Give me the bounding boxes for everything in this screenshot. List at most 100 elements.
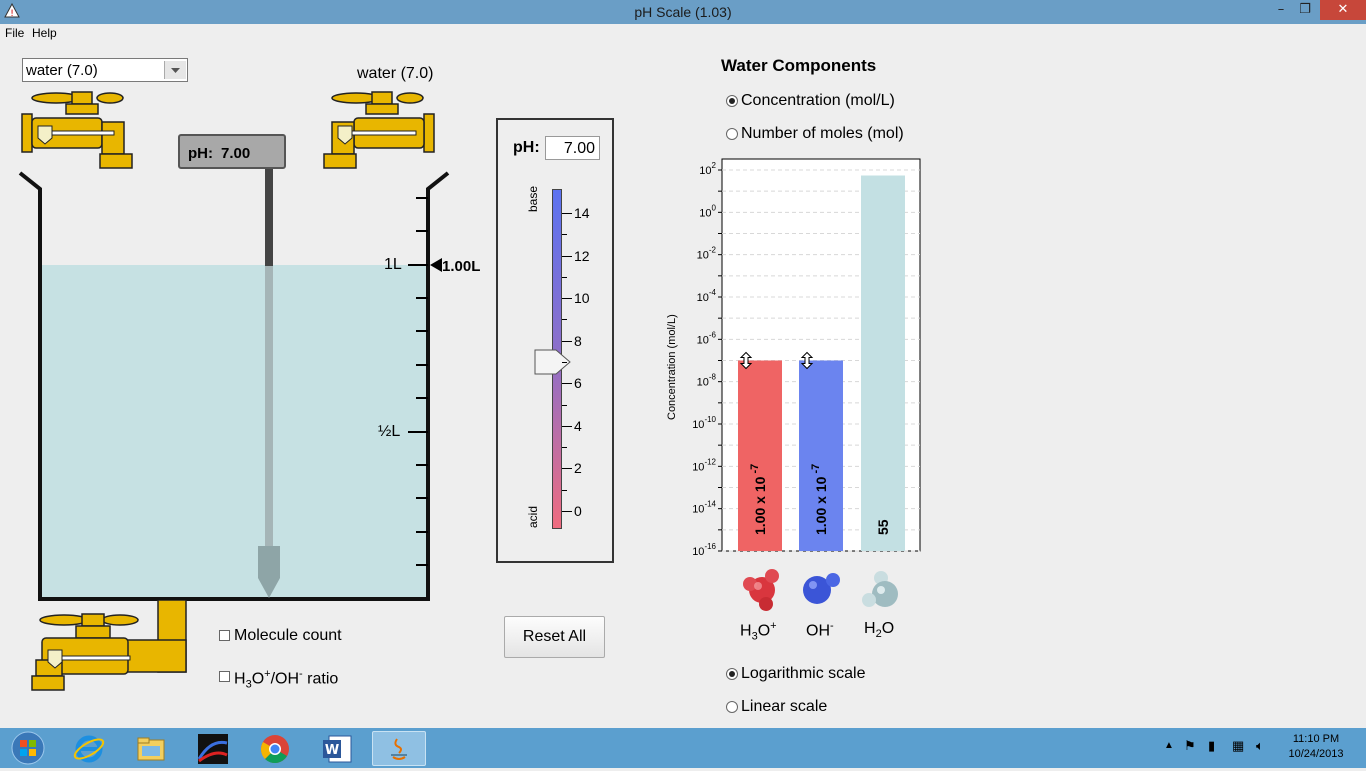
chart-y-tick-exp: -6 — [709, 330, 717, 339]
ph-minor-tick — [562, 276, 567, 278]
chart-y-tick-base: 10 — [692, 546, 704, 558]
moles-radio[interactable] — [726, 128, 738, 140]
ph-slider-panel: pH: 7.00 base acid 14 12 10 8 6 4 2 0 — [496, 118, 614, 563]
drain-faucet[interactable] — [30, 599, 190, 694]
chart-y-tick-label: 100 — [699, 203, 716, 219]
beaker-tick — [416, 364, 428, 366]
matlab-icon[interactable] — [186, 731, 240, 766]
ph-minor-tick — [562, 362, 567, 363]
chart-bar-value-main: 1.00 x 10 — [752, 476, 768, 535]
moles-radio-label: Number of moles (mol) — [741, 125, 904, 142]
reset-all-button[interactable]: Reset All — [504, 616, 605, 658]
h2o-molecule-icon — [861, 568, 901, 610]
beaker-tick — [416, 564, 428, 566]
chart-y-tick-base: 10 — [699, 165, 711, 177]
volume-icon[interactable]: 🔈︎ — [1256, 738, 1264, 754]
ph-tick — [562, 425, 572, 427]
file-explorer-icon[interactable] — [124, 731, 178, 766]
ratio-label-tail: ratio — [302, 670, 339, 688]
beaker-tick — [416, 230, 428, 232]
svg-text:W: W — [325, 743, 339, 758]
ph-slider-label: pH: — [513, 139, 540, 156]
taskbar: W ▲ ⚑ ▮ ▦ 🔈︎ 11:10 PM 10/24/2013 — [0, 728, 1366, 768]
beaker-tick — [416, 464, 428, 466]
ph-tick — [562, 468, 572, 470]
chart-y-tick-label: 10-12 — [692, 457, 716, 473]
h3o-label: H3O+ — [740, 620, 777, 643]
ph-tick-label: 6 — [574, 375, 582, 392]
chart-bar-value-exp: -7 — [749, 464, 761, 477]
h3o-label-h: H — [740, 622, 752, 640]
chart-y-tick-exp: -10 — [704, 415, 716, 424]
close-button[interactable]: ✕ — [1320, 0, 1366, 20]
linear-scale-radio[interactable] — [726, 701, 738, 713]
chart-y-tick-base: 10 — [697, 292, 709, 304]
chart-y-tick-exp: -16 — [704, 542, 716, 551]
concentration-radio-label: Concentration (mol/L) — [741, 92, 895, 109]
chart-y-tick-base: 10 — [699, 207, 711, 219]
ph-tick-label: 14 — [574, 205, 590, 221]
ph-tick — [562, 298, 572, 300]
concentration-chart: 102 100 10-2 10-4 10-6 10-8 10-10 10-12 10-14 10-… — [660, 155, 930, 565]
clock[interactable]: 11:10 PM 10/24/2013 — [1286, 733, 1346, 760]
ratio-checkbox[interactable] — [219, 671, 230, 682]
internet-explorer-icon[interactable] — [62, 731, 116, 766]
minimize-button[interactable]: – — [1270, 0, 1292, 20]
log-scale-radio[interactable] — [726, 668, 738, 680]
reset-all-label: Reset All — [522, 628, 587, 645]
svg-text:!: ! — [10, 9, 14, 19]
chart-bar-value-main: 1.00 x 10 — [813, 476, 829, 535]
ph-tick — [562, 255, 572, 257]
ph-minor-tick — [562, 489, 567, 491]
chart-y-tick-base: 10 — [692, 504, 704, 516]
power-icon[interactable]: ▮ — [1208, 738, 1215, 754]
h2o-label-o: O — [881, 620, 895, 637]
window-title: pH Scale (1.03) — [634, 4, 732, 20]
solute-select-value: water (7.0) — [26, 62, 98, 79]
ph-tick — [562, 340, 572, 342]
ph-base-label: base — [526, 185, 540, 212]
network-icon[interactable]: ▦ — [1232, 738, 1244, 754]
action-center-flag-icon[interactable]: ⚑ — [1184, 738, 1196, 754]
chart-svg: 10210010-210-410-610-810-1010-1210-1410-… — [692, 158, 921, 558]
solute-select[interactable]: water (7.0) — [22, 58, 188, 82]
chevron-down-icon[interactable] — [164, 61, 186, 79]
beaker-tick — [408, 431, 428, 433]
chart-y-tick-label: 10-6 — [697, 330, 717, 346]
ph-tick-label: 2 — [574, 460, 582, 477]
menu-file[interactable]: File — [5, 25, 24, 41]
start-button[interactable] — [8, 730, 48, 766]
oh-label-sup: - — [830, 620, 834, 632]
beaker-tick — [416, 297, 428, 299]
volume-arrow-icon[interactable] — [430, 258, 442, 272]
ratio-label-oh: /OH — [270, 670, 300, 688]
molecule-count-checkbox[interactable] — [219, 630, 230, 641]
menu-bar: File Help — [0, 24, 1366, 42]
chart-y-tick-exp: -4 — [709, 288, 717, 297]
beaker-label-half: ½L — [378, 423, 401, 440]
ratio-label: H3O+/OH- ratio — [234, 668, 338, 691]
ph-meter-display: pH: 7.00 — [178, 134, 286, 169]
ph-tick-label: 8 — [574, 332, 582, 349]
chart-bar-2 — [861, 175, 905, 551]
water-faucet[interactable] — [320, 88, 436, 170]
chart-y-tick-base: 10 — [692, 461, 704, 473]
show-hidden-icons[interactable]: ▲ — [1164, 740, 1174, 751]
chart-y-tick-exp: -12 — [704, 457, 716, 466]
menu-help[interactable]: Help — [32, 25, 57, 41]
ph-meter-probe[interactable] — [256, 168, 282, 600]
chart-y-tick-base: 10 — [692, 419, 704, 431]
log-scale-label: Logarithmic scale — [741, 665, 866, 682]
ph-tick-label: 4 — [574, 417, 582, 434]
word-icon[interactable]: W — [310, 731, 364, 766]
java-app-taskbar-icon[interactable] — [372, 731, 426, 766]
maximize-button[interactable]: ❐ — [1294, 0, 1316, 20]
solute-faucet[interactable] — [20, 88, 136, 170]
ph-minor-tick — [562, 447, 567, 449]
ph-value-field[interactable]: 7.00 — [545, 136, 600, 160]
concentration-radio[interactable] — [726, 95, 738, 107]
chart-bar-value-exp: -7 — [810, 464, 822, 477]
chart-y-tick-base: 10 — [697, 334, 709, 346]
chrome-icon[interactable] — [248, 731, 302, 766]
h3o-label-o: O — [757, 622, 771, 640]
